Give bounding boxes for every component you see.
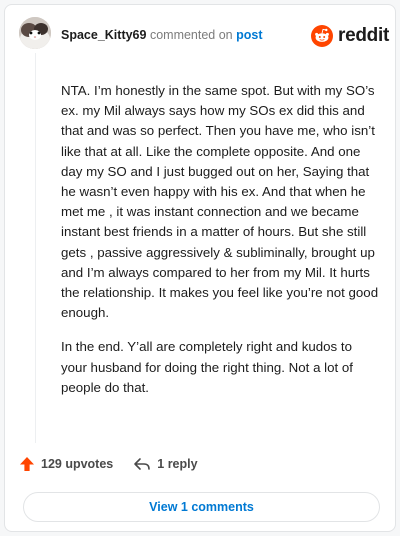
reply-count: 1 reply xyxy=(157,457,198,471)
reddit-logo[interactable]: reddit xyxy=(311,25,389,47)
thread-line[interactable] xyxy=(35,53,36,443)
view-comments-button[interactable]: View 1 comments xyxy=(23,492,380,522)
avatar-cat-image xyxy=(19,17,51,49)
comment-actions: 129 upvotes 1 reply xyxy=(19,456,198,472)
comment-paragraph: NTA. I’m honestly in the same spot. But … xyxy=(61,83,379,321)
reddit-wordmark: reddit xyxy=(338,25,389,46)
post-link[interactable]: post xyxy=(236,28,262,42)
comment-body: NTA. I’m honestly in the same spot. But … xyxy=(61,81,381,412)
upvote-button[interactable]: 129 upvotes xyxy=(19,456,113,472)
reply-arrow-icon xyxy=(134,458,151,470)
comment-paragraph: In the end. Y’all are completely right a… xyxy=(61,339,353,395)
username[interactable]: Space_Kitty69 xyxy=(61,28,146,42)
commented-on-text: commented on xyxy=(149,28,233,42)
avatar[interactable] xyxy=(19,17,51,49)
reddit-snoo-icon xyxy=(311,25,333,47)
reply-button[interactable]: 1 reply xyxy=(133,457,198,471)
comment-card: Space_Kitty69 commented on post reddit N… xyxy=(4,4,396,532)
comment-header: Space_Kitty69 commented on post xyxy=(61,27,263,43)
upvote-arrow-icon xyxy=(20,457,34,471)
upvote-count: 129 upvotes xyxy=(41,457,114,471)
